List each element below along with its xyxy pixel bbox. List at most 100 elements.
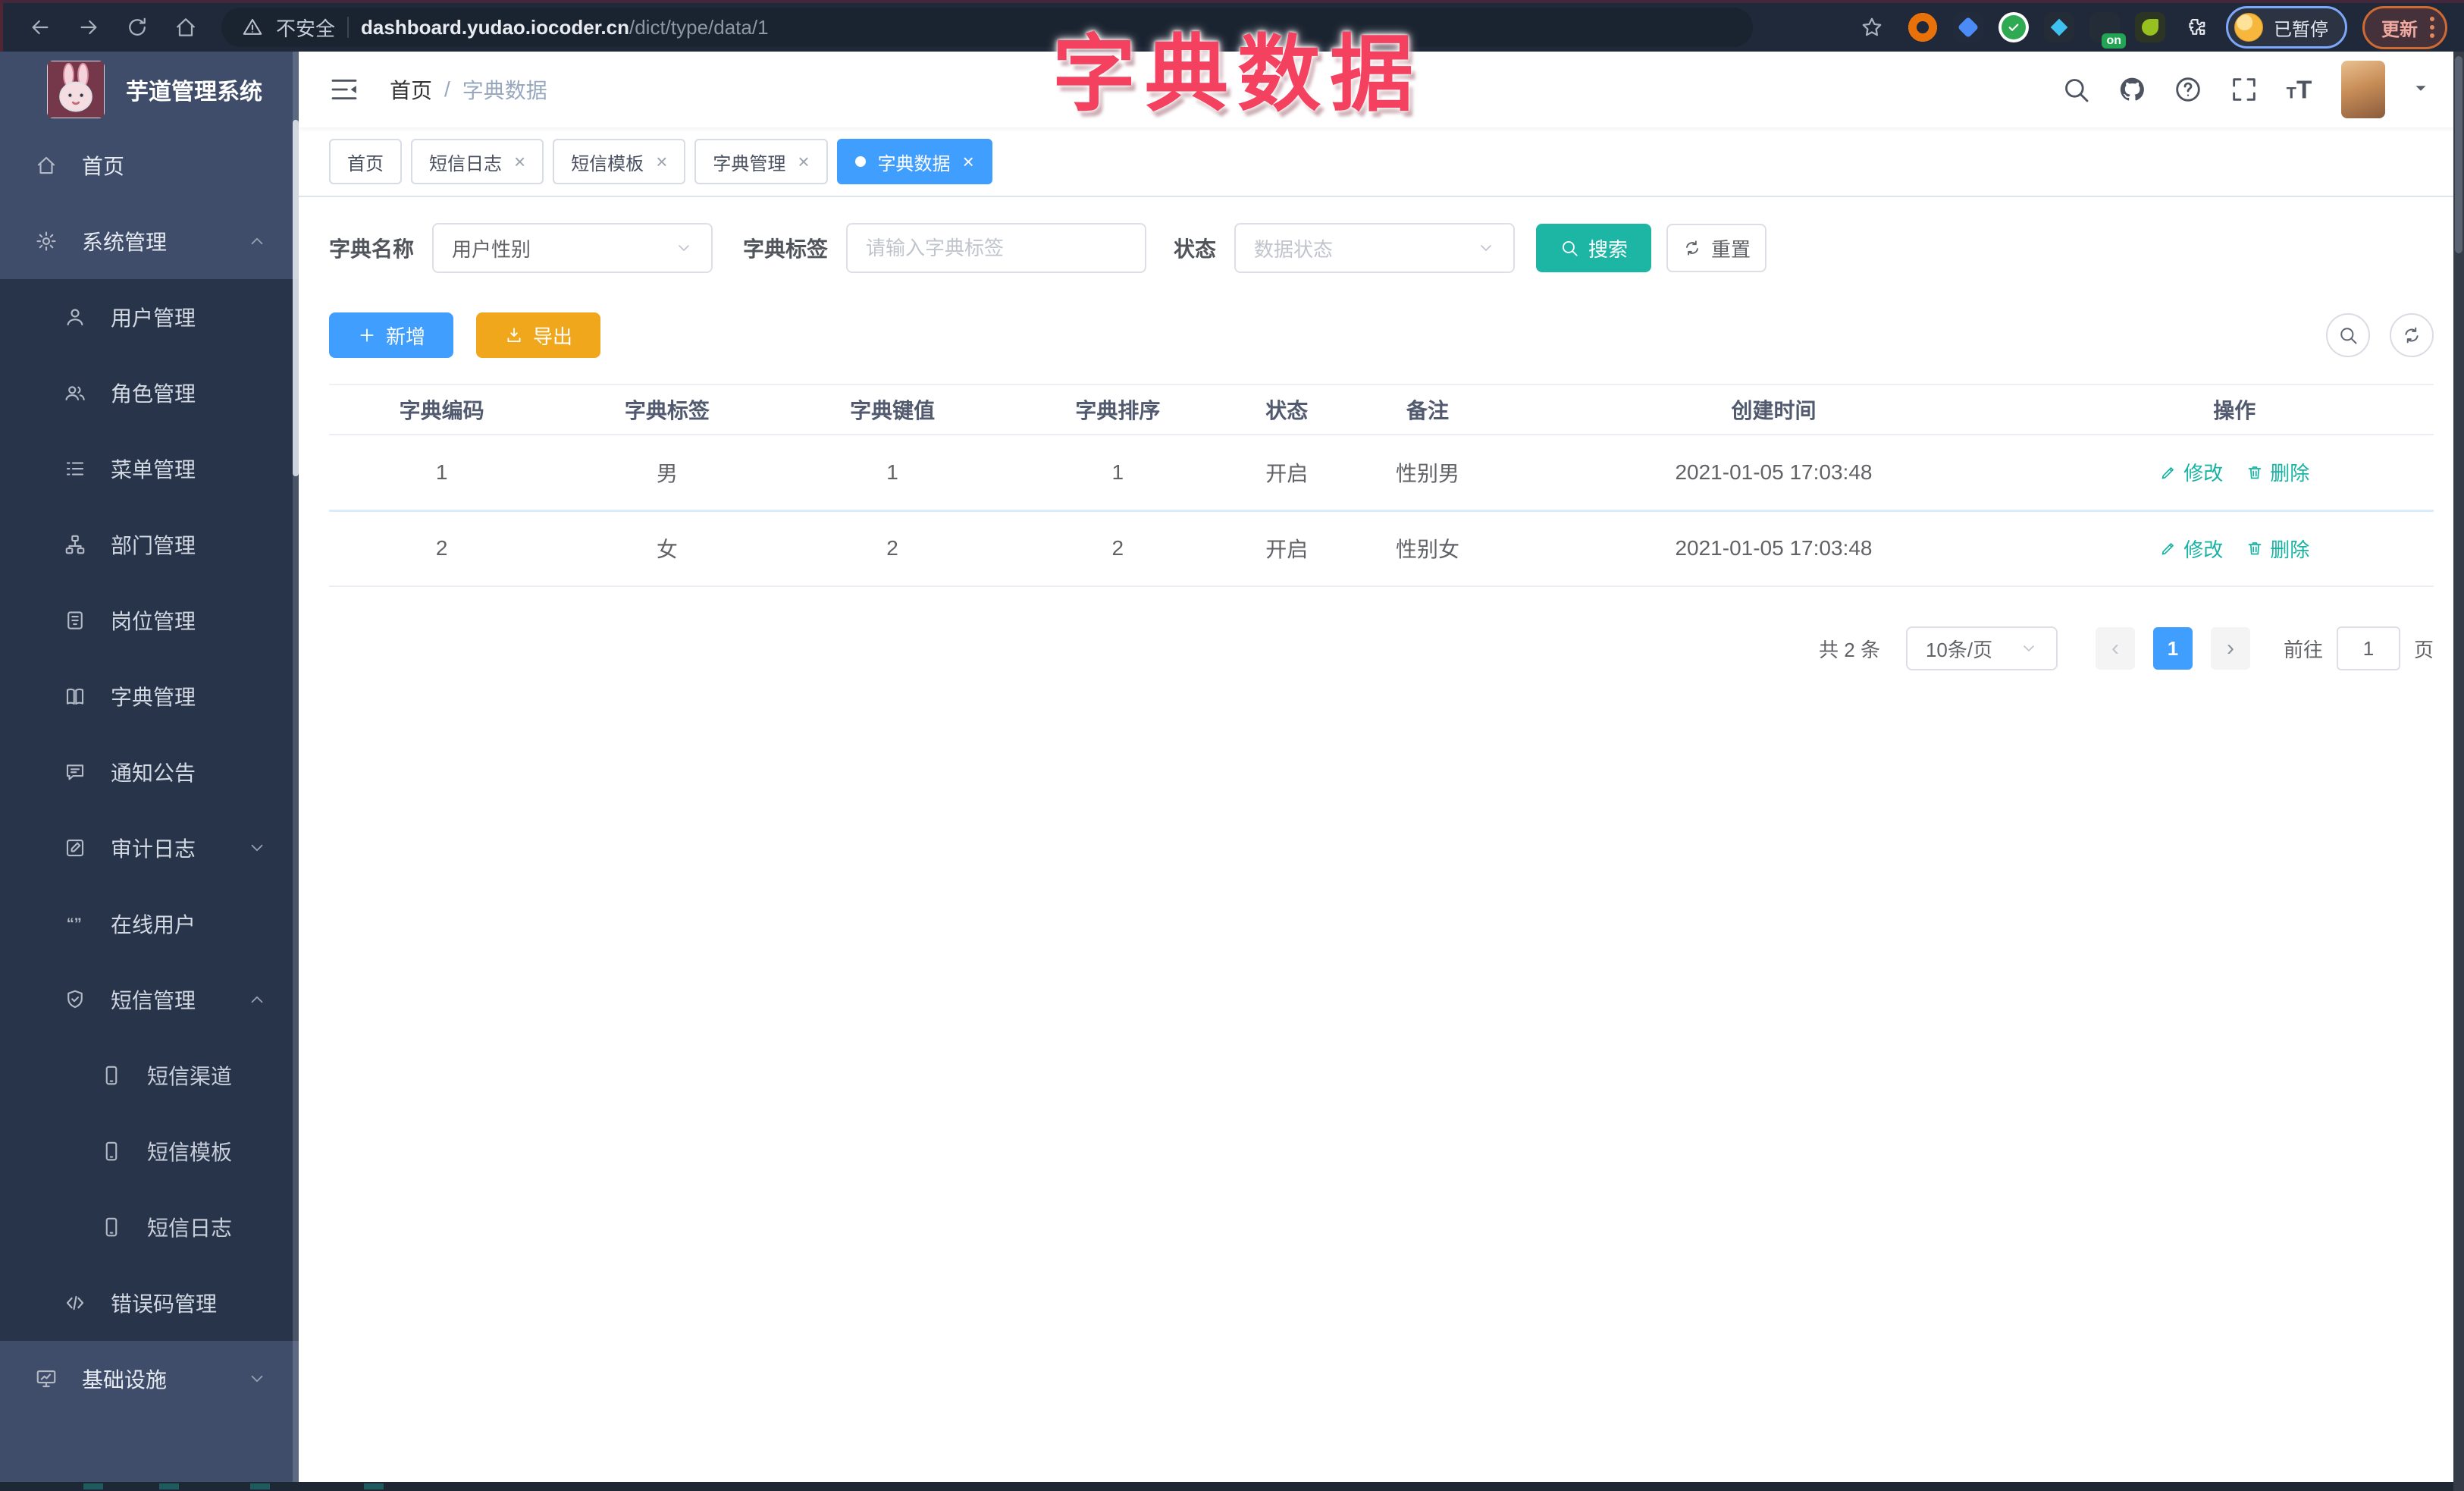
tab-dict-data[interactable]: 字典数据 ×: [836, 139, 992, 184]
sidebar-item-role-mgmt[interactable]: 角色管理: [0, 355, 299, 431]
reset-button[interactable]: 重置: [1666, 224, 1767, 272]
sidebar-item-infrastructure[interactable]: 基础设施: [0, 1341, 299, 1417]
prev-page-button[interactable]: ‹: [2095, 627, 2135, 670]
search-icon: [1560, 238, 1579, 258]
tab-sms-template[interactable]: 短信模板 ×: [553, 139, 686, 184]
not-secure-warning-icon: [241, 16, 264, 39]
collapse-sidebar-icon[interactable]: [329, 74, 359, 105]
dict-tag-input-wrap: [846, 223, 1147, 273]
status-value: 开启: [1230, 435, 1343, 512]
close-icon[interactable]: ×: [656, 152, 667, 171]
extension-sliders-icon[interactable]: [2044, 12, 2074, 42]
browser-forward-icon[interactable]: [68, 7, 109, 48]
browser-menu-kebab-icon[interactable]: [2430, 17, 2434, 38]
status-select[interactable]: 数据状态: [1234, 223, 1516, 273]
col-dict-sort: 字典排序: [1005, 384, 1230, 435]
sidebar-item-system-mgmt[interactable]: 系统管理: [0, 203, 299, 279]
sidebar-logo[interactable]: 芋道管理系统: [0, 52, 299, 127]
extension-drop-icon[interactable]: [1953, 12, 1983, 42]
profile-paused-chip[interactable]: 已暂停: [2226, 6, 2347, 49]
close-icon[interactable]: ×: [514, 152, 525, 171]
table-row[interactable]: 1 男 1 1 开启 性别男 2021-01-05 17:03:48 修改 删除: [329, 435, 2434, 512]
tab-sms-log[interactable]: 短信日志 ×: [411, 139, 544, 184]
chevron-down-icon: [2020, 639, 2038, 658]
browser-home-icon[interactable]: [165, 7, 206, 48]
audit-edit-icon: [64, 837, 86, 859]
fullscreen-icon[interactable]: [2229, 74, 2259, 105]
extension-check-icon[interactable]: [1998, 12, 2029, 42]
window-scrollbar[interactable]: [2453, 52, 2464, 1491]
browser-update-button[interactable]: 更新: [2362, 5, 2447, 49]
sidebar-item-sms-channel[interactable]: 短信渠道: [0, 1037, 299, 1113]
dict-data-table: 字典编码 字典标签 字典键值 字典排序 状态 备注 创建时间 操作 1 男 1: [329, 384, 2434, 587]
overlay-page-title: 字典数据: [1052, 28, 1422, 121]
sidebar-item-notice[interactable]: 通知公告: [0, 734, 299, 810]
sidebar-item-post-mgmt[interactable]: 岗位管理: [0, 582, 299, 658]
sidebar-item-user-mgmt[interactable]: 用户管理: [0, 279, 299, 355]
sidebar-item-menu-mgmt[interactable]: 菜单管理: [0, 431, 299, 507]
extension-ublock-icon[interactable]: [1908, 12, 1938, 42]
sidebar-item-home[interactable]: 首页: [0, 127, 299, 203]
extension-leaf-icon[interactable]: [2135, 12, 2165, 42]
add-button[interactable]: 新增: [329, 312, 453, 358]
font-size-icon[interactable]: [2285, 74, 2315, 105]
sidebar-scrollbar-thumb[interactable]: [293, 120, 299, 476]
col-dict-code: 字典编码: [329, 384, 555, 435]
edit-link[interactable]: 修改: [2159, 458, 2223, 486]
sidebar-item-dict-mgmt[interactable]: 字典管理: [0, 658, 299, 734]
search-form: 字典名称 用户性别 字典标签 状态 数据状态 搜索: [329, 223, 2434, 273]
tab-dict-mgmt[interactable]: 字典管理 ×: [694, 139, 828, 184]
sidebar: 芋道管理系统 首页 系统管理 用户管理 角色管理 菜单管理 部门管理 岗位管理 …: [0, 52, 299, 1482]
refresh-icon: [2401, 325, 2422, 346]
delete-link[interactable]: 删除: [2246, 535, 2309, 563]
bookmark-star-icon[interactable]: [1851, 7, 1892, 48]
refresh-table-button[interactable]: [2390, 313, 2434, 357]
edit-link[interactable]: 修改: [2159, 535, 2223, 563]
chevron-up-icon: [247, 231, 267, 251]
close-icon[interactable]: ×: [798, 152, 809, 171]
page-size-select[interactable]: 10条/页: [1905, 626, 2058, 670]
address-bar[interactable]: 不安全 dashboard.yudao.iocoder.cn/dict/type…: [221, 8, 1753, 47]
extension-switch-icon[interactable]: on: [2089, 12, 2126, 49]
export-button[interactable]: 导出: [476, 312, 600, 358]
scrollbar-thumb[interactable]: [2455, 56, 2462, 253]
table-row[interactable]: 2 女 2 2 开启 性别女 2021-01-05 17:03:48 修改 删除: [329, 510, 2434, 587]
tab-home[interactable]: 首页: [329, 139, 402, 184]
sidebar-item-errcode-mgmt[interactable]: 错误码管理: [0, 1265, 299, 1341]
goto-page-input[interactable]: [2336, 626, 2400, 670]
home-icon: [35, 154, 58, 177]
user-avatar[interactable]: [2341, 61, 2385, 118]
avatar-caret-down-icon[interactable]: [2411, 78, 2431, 102]
github-icon[interactable]: [2117, 74, 2147, 105]
update-label: 更新: [2381, 19, 2418, 40]
toggle-search-button[interactable]: [2326, 313, 2370, 357]
extensions-puzzle-icon[interactable]: [2180, 12, 2211, 42]
help-icon[interactable]: [2173, 74, 2203, 105]
next-page-button[interactable]: ›: [2210, 627, 2250, 670]
total-count: 共 2 条: [1819, 638, 1880, 661]
sidebar-item-online-users[interactable]: 在线用户: [0, 886, 299, 962]
paused-label: 已暂停: [2274, 19, 2328, 40]
page-unit-label: 页: [2413, 638, 2434, 661]
app-title: 芋道管理系统: [126, 80, 262, 105]
sidebar-item-dept-mgmt[interactable]: 部门管理: [0, 507, 299, 582]
dict-tag-input[interactable]: [866, 236, 1127, 260]
quote-icon: [64, 912, 86, 935]
breadcrumb-home[interactable]: 首页: [390, 74, 432, 105]
search-button[interactable]: 搜索: [1536, 224, 1652, 272]
header-search-icon[interactable]: [2061, 74, 2091, 105]
status-label: 状态: [1174, 237, 1217, 261]
browser-reload-icon[interactable]: [117, 7, 158, 48]
dict-name-select[interactable]: 用户性别: [432, 223, 713, 273]
delete-link[interactable]: 删除: [2246, 458, 2309, 486]
sidebar-item-sms-mgmt[interactable]: 短信管理: [0, 962, 299, 1037]
sidebar-item-audit-log[interactable]: 审计日志: [0, 810, 299, 886]
sidebar-item-sms-log[interactable]: 短信日志: [0, 1189, 299, 1265]
chevron-down-icon: [247, 838, 267, 858]
sidebar-item-sms-template[interactable]: 短信模板: [0, 1113, 299, 1189]
browser-back-icon[interactable]: [20, 7, 61, 48]
dict-tag-label: 字典标签: [743, 237, 829, 261]
current-page-button[interactable]: 1: [2152, 627, 2193, 670]
list-icon: [64, 457, 86, 480]
close-icon[interactable]: ×: [963, 152, 974, 171]
